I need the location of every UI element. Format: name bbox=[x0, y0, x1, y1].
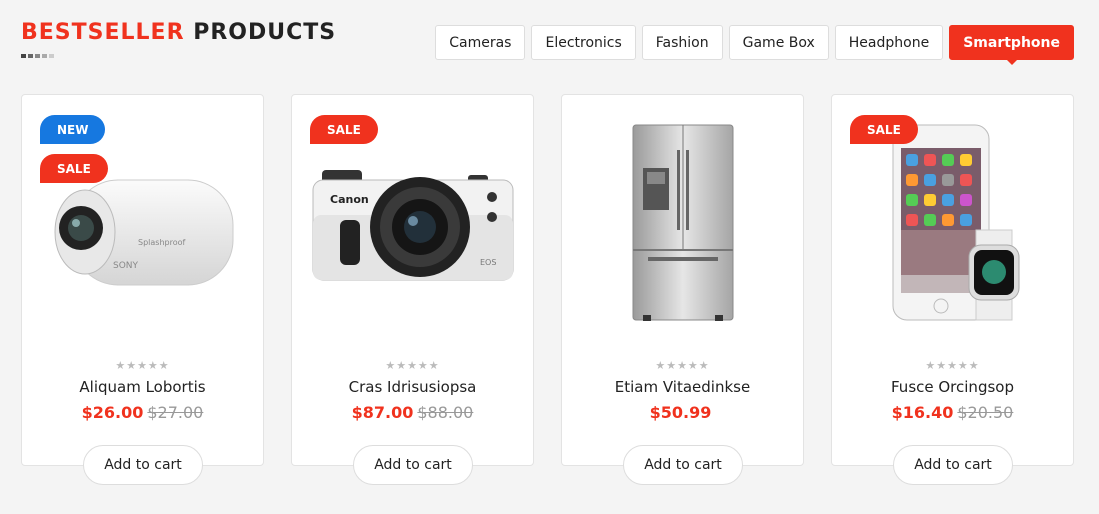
product-name[interactable]: Etiam Vitaedinkse bbox=[562, 378, 803, 396]
rating-stars: ★★★★★ bbox=[655, 359, 710, 372]
svg-text:SONY: SONY bbox=[113, 261, 139, 271]
rating-stars: ★★★★★ bbox=[385, 359, 440, 372]
sale-badge: SALE bbox=[40, 154, 108, 183]
product-card: SALE Canon EOS ★★★★★ Cras Idrisusiopsa $… bbox=[291, 94, 534, 485]
add-to-cart-button[interactable]: Add to cart bbox=[353, 445, 473, 485]
product-image[interactable] bbox=[562, 105, 803, 345]
price-block: $50.99 bbox=[562, 403, 803, 422]
price-block: $16.40 $20.50 bbox=[832, 403, 1073, 422]
product-card: NEW SALE SONY Splashproof ★★★★★ Aliquam … bbox=[21, 94, 264, 485]
price-block: $87.00 $88.00 bbox=[292, 403, 533, 422]
price-block: $26.00 $27.00 bbox=[22, 403, 263, 422]
rating-stars: ★★★★★ bbox=[115, 359, 170, 372]
price: $87.00 bbox=[351, 403, 414, 422]
tab-electronics[interactable]: Electronics bbox=[531, 25, 636, 60]
svg-text:Canon: Canon bbox=[330, 193, 369, 206]
product-card: ★★★★★ Etiam Vitaedinkse $50.99 Add to ca… bbox=[561, 94, 804, 485]
price: $50.99 bbox=[649, 403, 712, 422]
product-name[interactable]: Fusce Orcingsop bbox=[832, 378, 1073, 396]
tab-headphone[interactable]: Headphone bbox=[834, 25, 944, 60]
svg-text:Splashproof: Splashproof bbox=[138, 238, 186, 247]
product-grid: NEW SALE SONY Splashproof ★★★★★ Aliquam … bbox=[21, 94, 1074, 485]
add-to-cart-button[interactable]: Add to cart bbox=[83, 445, 203, 485]
product-card: SALE ★★★★★ Fusce Orcingsop $16.40 $20.50… bbox=[831, 94, 1074, 485]
product-name[interactable]: Aliquam Lobortis bbox=[22, 378, 263, 396]
dslr-camera-icon: Canon EOS bbox=[312, 170, 513, 281]
add-to-cart-button[interactable]: Add to cart bbox=[893, 445, 1013, 485]
tab-cameras[interactable]: Cameras bbox=[435, 25, 526, 60]
new-badge: NEW bbox=[40, 115, 106, 144]
add-to-cart-button[interactable]: Add to cart bbox=[623, 445, 743, 485]
section-title-accent: BESTSELLER bbox=[21, 20, 185, 45]
section-title-rest: PRODUCTS bbox=[193, 20, 337, 45]
tab-smartphone[interactable]: Smartphone bbox=[949, 25, 1074, 65]
sale-badge: SALE bbox=[850, 115, 918, 144]
section-title: BESTSELLER PRODUCTS bbox=[21, 20, 336, 45]
tab-game-box[interactable]: Game Box bbox=[728, 25, 829, 60]
old-price: $88.00 bbox=[417, 403, 474, 422]
refrigerator-icon bbox=[632, 124, 733, 321]
smartphone-watch-icon bbox=[892, 124, 1019, 321]
category-tabs: Cameras Electronics Fashion Game Box Hea… bbox=[435, 25, 1074, 65]
rating-stars: ★★★★★ bbox=[925, 359, 980, 372]
old-price: $27.00 bbox=[147, 403, 204, 422]
product-name[interactable]: Cras Idrisusiopsa bbox=[292, 378, 533, 396]
svg-text:EOS: EOS bbox=[480, 258, 496, 267]
sale-badge: SALE bbox=[310, 115, 378, 144]
old-price: $20.50 bbox=[957, 403, 1014, 422]
price: $26.00 bbox=[81, 403, 144, 422]
tab-fashion[interactable]: Fashion bbox=[641, 25, 723, 60]
title-underline-dots bbox=[21, 54, 54, 58]
price: $16.40 bbox=[891, 403, 954, 422]
